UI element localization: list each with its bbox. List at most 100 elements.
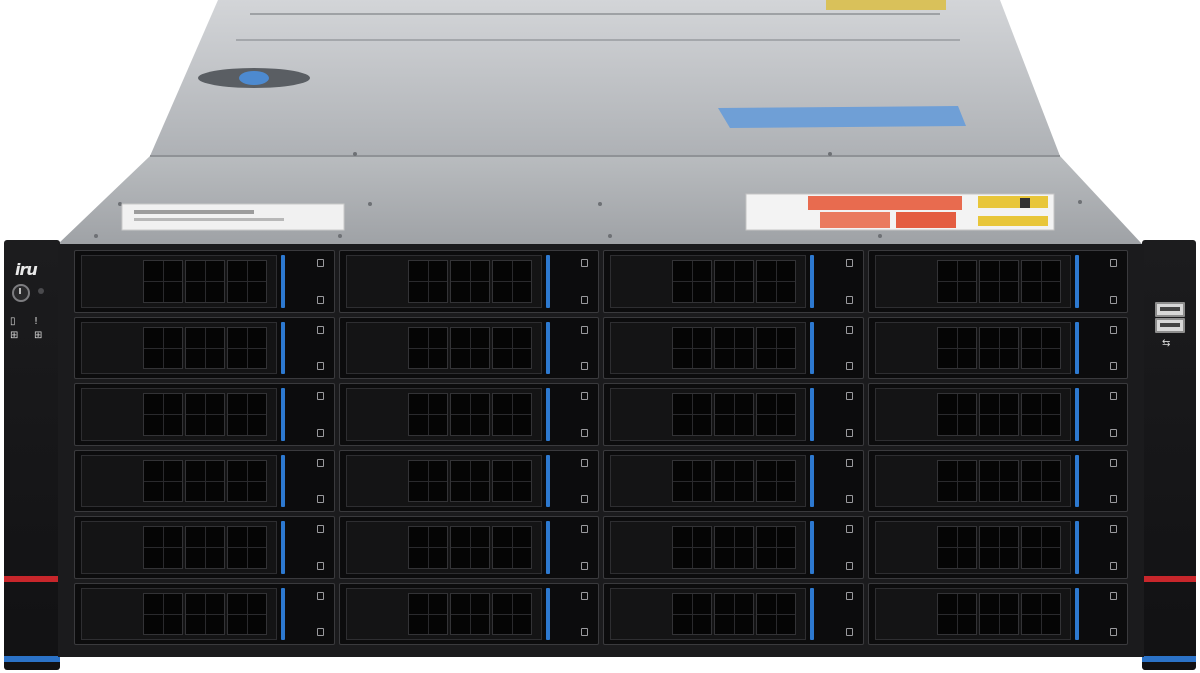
drive-vent: [449, 592, 490, 635]
usb-icon: ⇆: [1162, 338, 1171, 349]
drive-status-led-icon: [316, 428, 324, 437]
drive-status-led-icon: [581, 495, 588, 503]
drive-bay[interactable]: [338, 449, 599, 512]
drive-vent: [672, 592, 712, 635]
drive-vent: [143, 260, 183, 303]
drive-bay[interactable]: [603, 383, 864, 446]
alert-icon: !: [34, 316, 39, 327]
drive-status-led-icon: [845, 495, 853, 503]
drive-release-latch[interactable]: [545, 388, 550, 441]
drive-activity-led-icon: [316, 392, 324, 400]
drive-bay[interactable]: [74, 250, 335, 313]
drive-status-led-icon: [316, 561, 324, 570]
drive-bay[interactable]: [74, 383, 335, 446]
usb-port-2[interactable]: [1155, 318, 1185, 333]
drive-activity-led-icon: [845, 458, 853, 467]
accent-red-stripe-right: [1142, 576, 1196, 582]
drive-release-latch[interactable]: [281, 521, 285, 574]
drive-bay[interactable]: [74, 316, 335, 379]
drive-release-latch[interactable]: [1074, 388, 1079, 441]
drive-vent: [227, 260, 267, 303]
drive-status-led-icon: [845, 295, 853, 304]
drive-bay[interactable]: [338, 516, 599, 579]
drive-bay[interactable]: [74, 449, 335, 512]
drive-release-latch[interactable]: [810, 388, 814, 441]
drive-bay[interactable]: [338, 316, 599, 379]
drive-release-latch[interactable]: [810, 321, 814, 374]
drive-bay[interactable]: [603, 582, 864, 645]
drive-bay[interactable]: [603, 250, 864, 313]
drive-vent: [672, 260, 712, 303]
drive-release-latch[interactable]: [1074, 321, 1079, 374]
drive-vent: [491, 326, 532, 369]
drive-bay[interactable]: [867, 582, 1128, 645]
drive-vent: [756, 393, 796, 436]
drive-vent: [185, 526, 225, 569]
accent-red-stripe: [4, 576, 60, 582]
drive-release-latch[interactable]: [281, 587, 285, 640]
drive-release-latch[interactable]: [810, 521, 814, 574]
drive-release-latch[interactable]: [810, 454, 814, 507]
drive-release-latch[interactable]: [281, 255, 285, 308]
drive-vent: [449, 260, 490, 303]
left-rack-ear: iru ▯ ! ⊞ ⊞: [4, 240, 60, 670]
accent-blue-stripe: [4, 656, 60, 662]
drive-vent: [672, 326, 712, 369]
drive-activity-led-icon: [845, 259, 853, 267]
usb-port-1[interactable]: [1155, 302, 1185, 317]
drive-release-latch[interactable]: [545, 454, 550, 507]
drive-status-led-icon: [1110, 428, 1117, 437]
drive-activity-led-icon: [581, 525, 588, 533]
drive-vent: [756, 592, 796, 635]
drive-activity-led-icon: [316, 525, 324, 533]
drive-release-latch[interactable]: [545, 587, 550, 640]
drive-vent: [714, 260, 754, 303]
drive-vent: [1020, 326, 1061, 369]
drive-vent: [143, 592, 183, 635]
drive-release-latch[interactable]: [281, 388, 285, 441]
drive-vent: [491, 459, 532, 502]
drive-release-latch[interactable]: [810, 587, 814, 640]
drive-status-led-icon: [581, 628, 588, 636]
drive-release-latch[interactable]: [545, 521, 550, 574]
power-icon[interactable]: [12, 284, 30, 302]
drive-vent: [978, 260, 1019, 303]
drive-bay[interactable]: [867, 449, 1128, 512]
drive-bay[interactable]: [338, 383, 599, 446]
drive-activity-led-icon: [845, 325, 853, 334]
drive-bay[interactable]: [338, 250, 599, 313]
drive-bay[interactable]: [867, 383, 1128, 446]
drive-activity-led-icon: [581, 458, 588, 467]
drive-release-latch[interactable]: [545, 255, 550, 308]
drive-bay[interactable]: [603, 449, 864, 512]
drive-bay[interactable]: [74, 582, 335, 645]
drive-release-latch[interactable]: [1074, 587, 1079, 640]
drive-bay[interactable]: [867, 316, 1128, 379]
drive-activity-led-icon: [581, 392, 588, 400]
drive-vent: [491, 592, 532, 635]
drive-activity-led-icon: [1110, 525, 1117, 533]
drive-vent: [143, 393, 183, 436]
drive-release-latch[interactable]: [545, 321, 550, 374]
drive-release-latch[interactable]: [1074, 255, 1079, 308]
drive-bay[interactable]: [603, 316, 864, 379]
drive-release-latch[interactable]: [281, 321, 285, 374]
drive-bay[interactable]: [74, 516, 335, 579]
drive-bay-grid: [74, 250, 1128, 645]
drive-status-led-icon: [1110, 495, 1117, 503]
drive-vent: [936, 526, 977, 569]
drive-vent: [227, 459, 267, 502]
drive-release-latch[interactable]: [1074, 454, 1079, 507]
drive-status-led-icon: [316, 295, 324, 304]
drive-bay[interactable]: [867, 250, 1128, 313]
drive-vent: [714, 326, 754, 369]
drive-bay[interactable]: [603, 516, 864, 579]
drive-release-latch[interactable]: [1074, 521, 1079, 574]
drive-vent: [143, 459, 183, 502]
drive-release-latch[interactable]: [281, 454, 285, 507]
drive-release-latch[interactable]: [810, 255, 814, 308]
right-rack-ear: ⇆: [1142, 240, 1196, 670]
drive-bay[interactable]: [338, 582, 599, 645]
lid-warning-sticker: [826, 0, 946, 10]
drive-bay[interactable]: [867, 516, 1128, 579]
